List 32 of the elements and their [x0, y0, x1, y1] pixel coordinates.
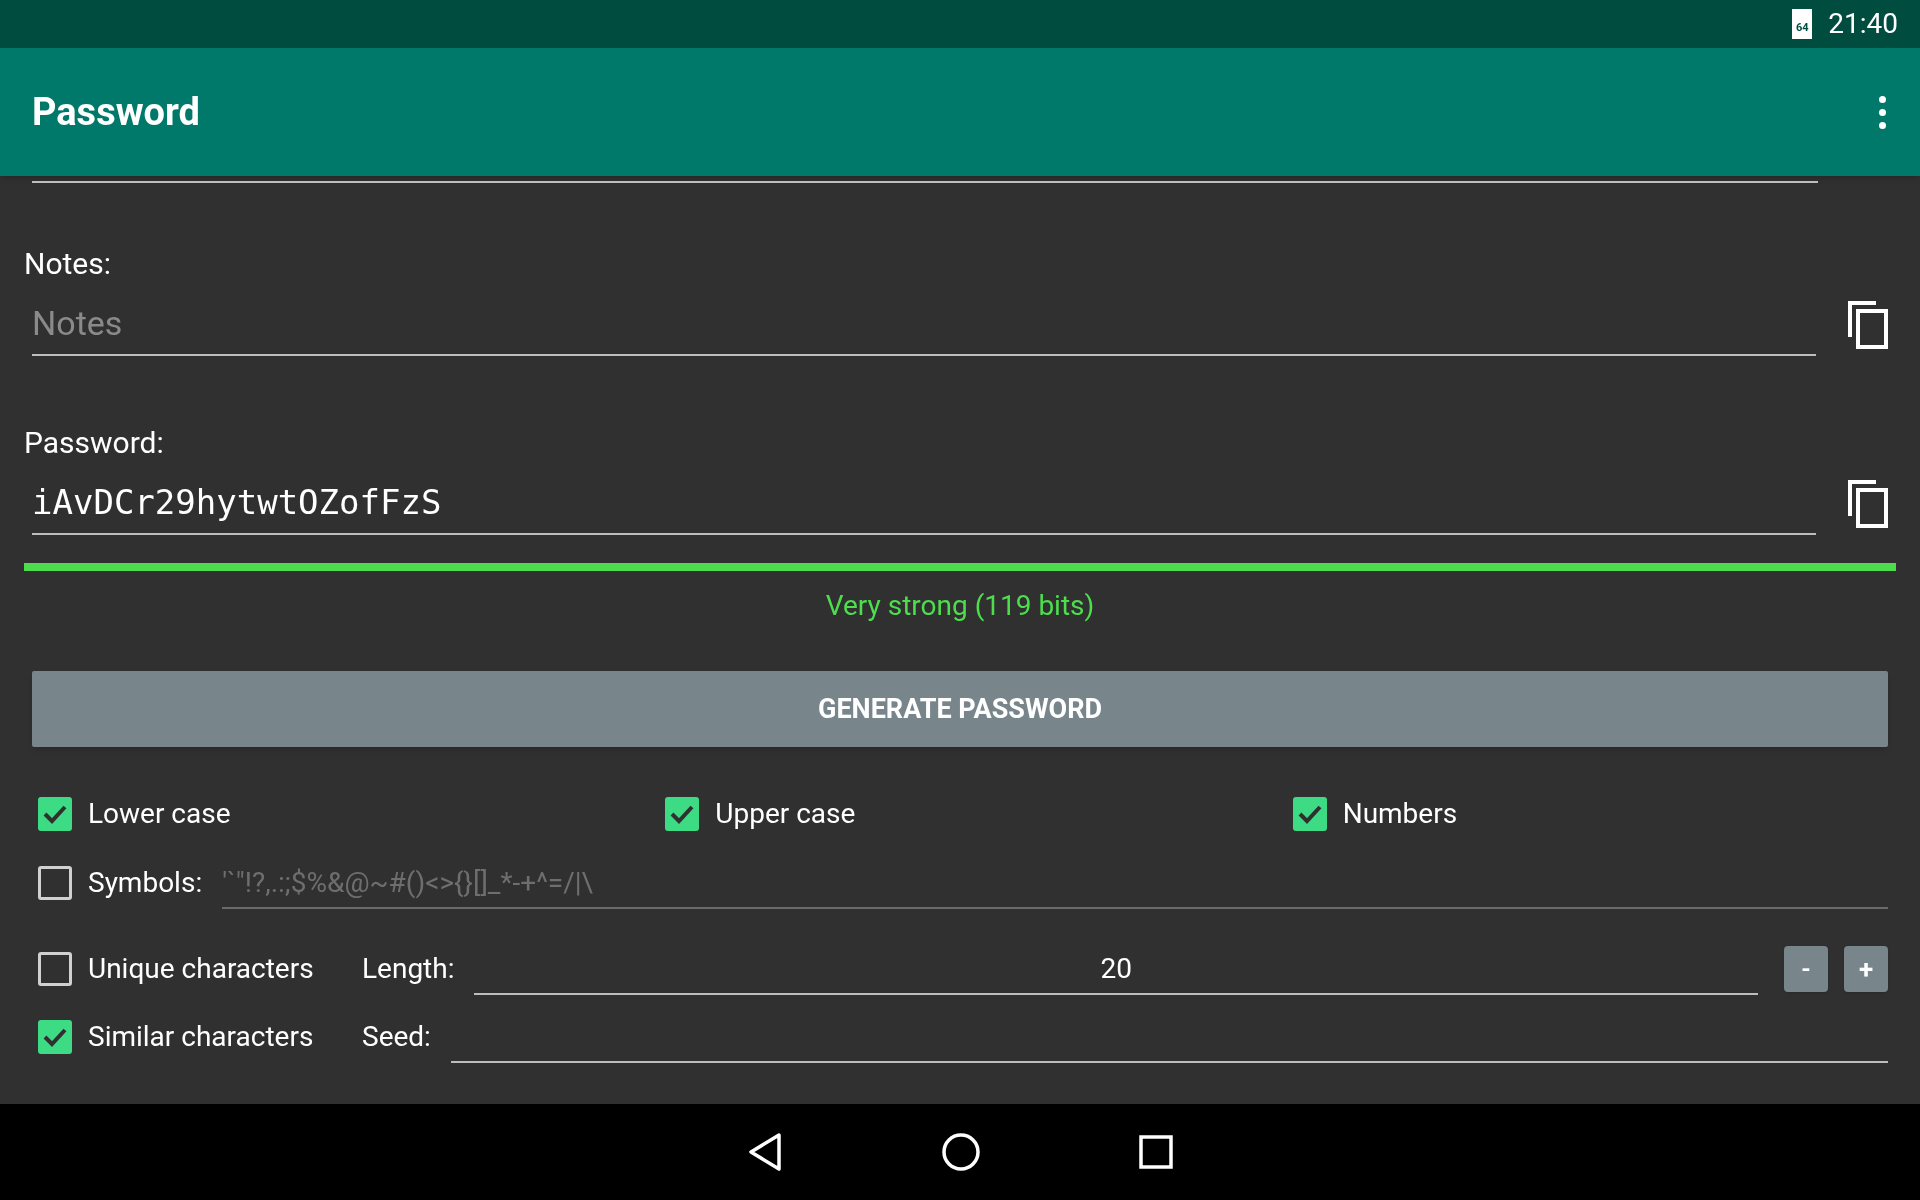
checkbox[interactable] [1292, 797, 1327, 831]
checkbox-label: Numbers [1342, 796, 1458, 832]
copy-icon[interactable] [1846, 478, 1890, 528]
checkbox-label: Unique characters [88, 951, 315, 987]
password-field[interactable]: iAvDCr29hytwtOZofFzS [32, 471, 1816, 535]
copy-icon[interactable] [1846, 299, 1890, 349]
checkbox-label: Symbols: [88, 865, 203, 901]
length-field[interactable]: 20 [474, 943, 1758, 995]
checkbox[interactable] [38, 797, 72, 831]
clock-time: 21:40 [1828, 6, 1898, 42]
checkbox[interactable] [38, 952, 72, 986]
strength-text: Very strong (119 bits) [824, 588, 1096, 624]
field-label: Notes: [24, 245, 112, 283]
checkbox[interactable] [38, 1020, 72, 1054]
checkbox[interactable] [665, 797, 700, 831]
app-title: Password [32, 88, 200, 136]
field-label: Seed: [362, 1019, 431, 1055]
home-icon[interactable] [941, 1132, 981, 1172]
checkbox-label: Lower case [88, 796, 231, 832]
checkbox[interactable] [38, 866, 72, 900]
increase-button[interactable]: + [1844, 946, 1888, 992]
notes-field[interactable]: Notes [32, 292, 1816, 356]
checkbox-label: Upper case [715, 796, 856, 832]
recent-apps-icon[interactable] [1139, 1135, 1173, 1169]
field-label: Length: [362, 951, 455, 987]
back-icon[interactable] [747, 1132, 783, 1172]
generate-password-button[interactable]: GENERATE PASSWORD [32, 671, 1888, 747]
battery-icon: 64 [1792, 9, 1813, 39]
symbols-field[interactable]: '`"!?,.:;$%&@~#()<>{}[]_*-+^=/|\ [222, 857, 1888, 909]
decrease-button[interactable]: - [1784, 946, 1828, 992]
field-label: Password: [24, 424, 165, 462]
checkbox-label: Similar characters [88, 1019, 315, 1055]
